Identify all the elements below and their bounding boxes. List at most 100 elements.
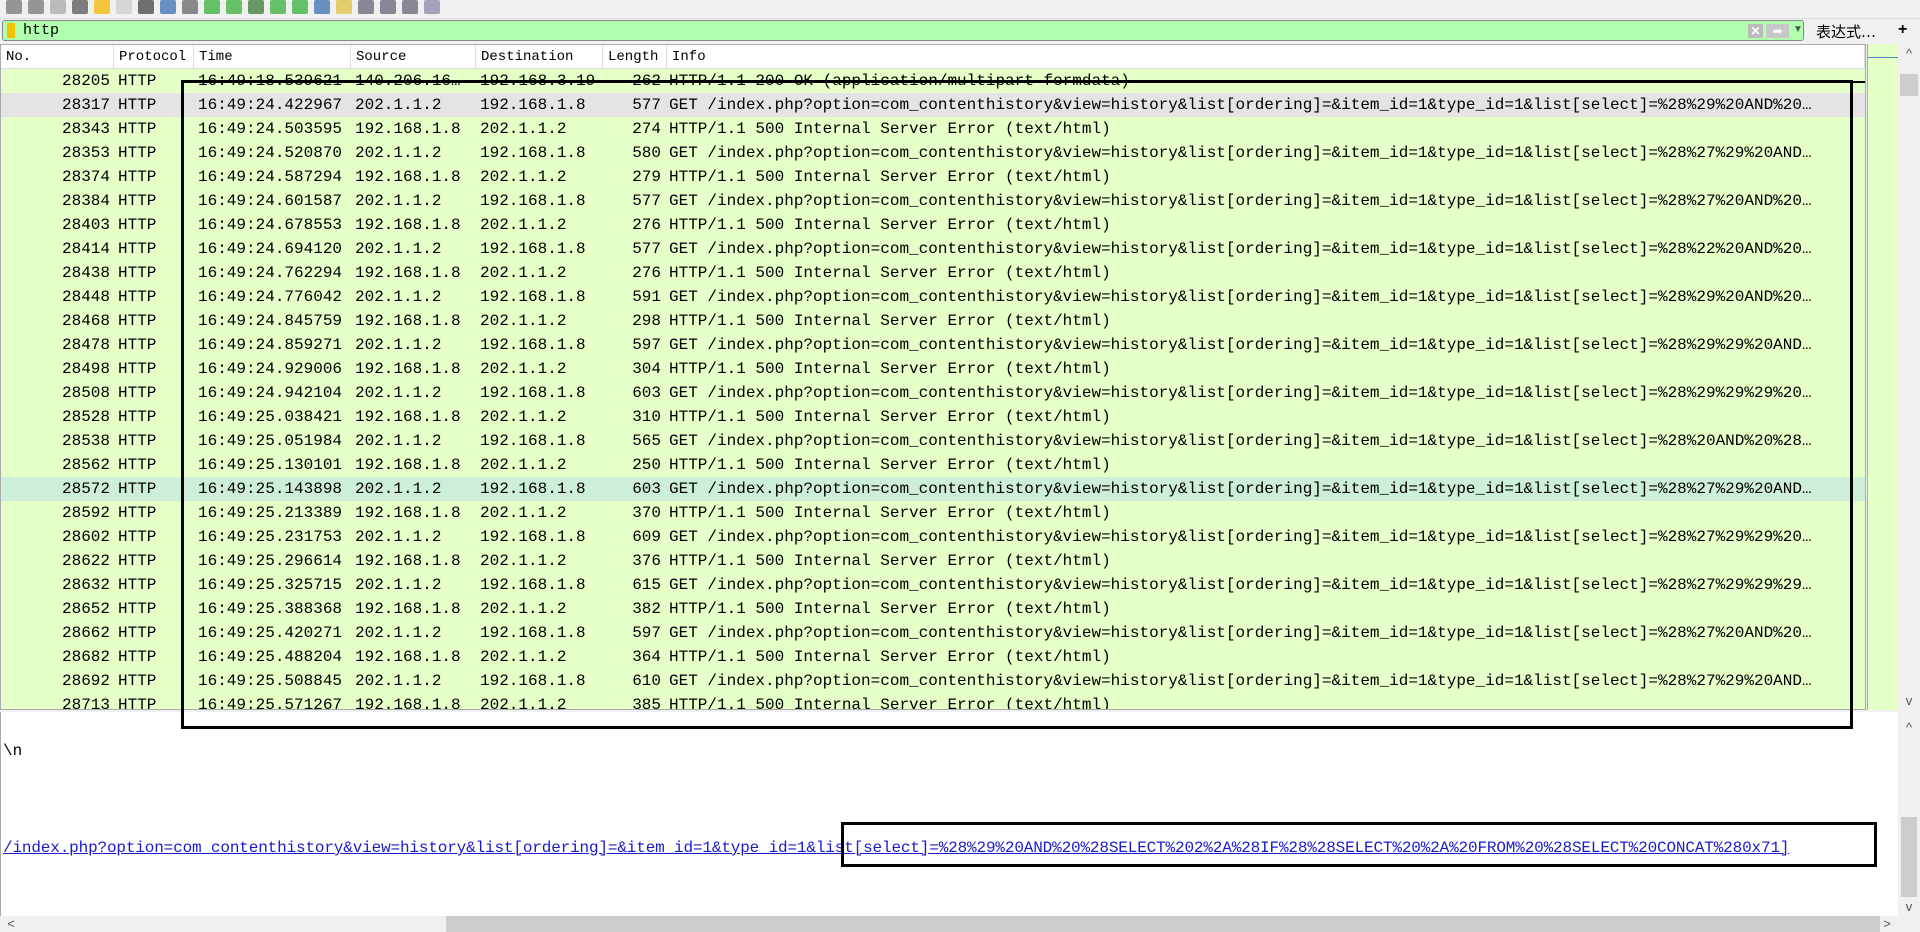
zoom-normal-icon[interactable]: [402, 0, 418, 14]
scroll-down-icon[interactable]: v: [1898, 899, 1920, 914]
cell-time: 16:49:24.776042: [198, 288, 343, 306]
detail-horizontal-scrollbar[interactable]: < >: [0, 916, 1898, 932]
column-header-info[interactable]: Info: [667, 45, 1865, 68]
column-header-destination[interactable]: Destination: [476, 45, 603, 68]
packet-row[interactable]: 28205 HTTP 16:49:18.539621 140.206.16… 192.1…: [1, 69, 1865, 93]
packet-row[interactable]: 28353 HTTP 16:49:24.520870 202.1.1.2 192.168…: [1, 141, 1865, 165]
cell-no: 28478: [61, 336, 110, 354]
cell-destination: 192.168.1.8: [480, 432, 586, 450]
autoscroll-icon[interactable]: [314, 0, 330, 14]
detail-scrollbar[interactable]: ^ v: [1898, 712, 1920, 916]
first-icon[interactable]: [270, 0, 286, 14]
bookmark-icon[interactable]: [7, 23, 15, 38]
cell-time: 16:49:25.231753: [198, 528, 343, 546]
add-filter-button[interactable]: +: [1898, 21, 1907, 39]
scroll-thumb[interactable]: [446, 916, 1880, 932]
scroll-up-icon[interactable]: ^: [1898, 46, 1920, 61]
packet-row[interactable]: 28528 HTTP 16:49:25.038421 192.168.1.8 202.1…: [1, 405, 1865, 429]
restart-icon[interactable]: [50, 0, 66, 14]
cell-protocol: HTTP: [118, 432, 157, 450]
expression-button[interactable]: 表达式…: [1816, 21, 1876, 42]
packet-row[interactable]: 28538 HTTP 16:49:25.051984 202.1.1.2 192.168…: [1, 429, 1865, 453]
cell-protocol: HTTP: [118, 672, 157, 690]
scroll-down-icon[interactable]: v: [1898, 693, 1920, 708]
cell-protocol: HTTP: [118, 264, 157, 282]
packet-list-scrollbar[interactable]: ^ v: [1898, 44, 1920, 710]
packet-row[interactable]: 28343 HTTP 16:49:24.503595 192.168.1.8 202.1…: [1, 117, 1865, 141]
packet-row[interactable]: 28572 HTTP 16:49:25.143898 202.1.1.2 192.168…: [1, 477, 1865, 501]
packet-row[interactable]: 28662 HTTP 16:49:25.420271 202.1.1.2 192.168…: [1, 621, 1865, 645]
goto-icon[interactable]: [248, 0, 264, 14]
forward-icon[interactable]: [226, 0, 242, 14]
apply-arrow-icon[interactable]: ➡: [1766, 24, 1789, 38]
cell-info: HTTP/1.1 500 Internal Server Error (text…: [669, 600, 1111, 618]
display-filter-input[interactable]: http ✕ ➡ ▼: [2, 20, 1804, 41]
column-header-no[interactable]: No.: [1, 45, 114, 68]
zoom-out-icon[interactable]: [380, 0, 396, 14]
packet-row[interactable]: 28317 HTTP 16:49:24.422967 202.1.1.2 192.168…: [1, 93, 1865, 117]
close-file-icon[interactable]: [138, 0, 154, 14]
packet-row[interactable]: 28448 HTTP 16:49:24.776042 202.1.1.2 192.168…: [1, 285, 1865, 309]
cell-destination: 192.168.1.8: [480, 480, 586, 498]
chevron-down-icon[interactable]: ▼: [1793, 24, 1803, 35]
packet-row[interactable]: 28468 HTTP 16:49:24.845759 192.168.1.8 202.1…: [1, 309, 1865, 333]
cell-source: 192.168.1.8: [355, 696, 461, 710]
options-icon[interactable]: [72, 0, 88, 14]
packet-row[interactable]: 28478 HTTP 16:49:24.859271 202.1.1.2 192.168…: [1, 333, 1865, 357]
cell-no: 28353: [61, 144, 110, 162]
cell-source: 192.168.1.8: [355, 264, 461, 282]
scroll-thumb[interactable]: [1901, 817, 1917, 897]
packet-row[interactable]: 28562 HTTP 16:49:25.130101 192.168.1.8 202.1…: [1, 453, 1865, 477]
packet-row[interactable]: 28592 HTTP 16:49:25.213389 192.168.1.8 202.1…: [1, 501, 1865, 525]
scroll-thumb[interactable]: [1900, 74, 1918, 96]
resize-columns-icon[interactable]: [424, 0, 440, 14]
packet-row[interactable]: 28692 HTTP 16:49:25.508845 202.1.1.2 192.168…: [1, 669, 1865, 693]
stop-icon[interactable]: [28, 0, 44, 14]
find-icon[interactable]: [182, 0, 198, 14]
clear-icon[interactable]: ✕: [1748, 24, 1763, 38]
cell-source: 202.1.1.2: [355, 480, 442, 498]
packet-row[interactable]: 28498 HTTP 16:49:24.929006 192.168.1.8 202.1…: [1, 357, 1865, 381]
file-icon[interactable]: [116, 0, 132, 14]
reload-icon[interactable]: [160, 0, 176, 14]
cell-length: 597: [632, 624, 661, 642]
packet-row[interactable]: 28602 HTTP 16:49:25.231753 202.1.1.2 192.168…: [1, 525, 1865, 549]
detail-line: \n: [3, 742, 23, 760]
scroll-up-icon[interactable]: ^: [1898, 720, 1920, 735]
cell-source: 192.168.1.8: [355, 552, 461, 570]
column-header-time[interactable]: Time: [194, 45, 351, 68]
last-icon[interactable]: [292, 0, 308, 14]
packet-row[interactable]: 28403 HTTP 16:49:24.678553 192.168.1.8 202.1…: [1, 213, 1865, 237]
cell-info: HTTP/1.1 500 Internal Server Error (text…: [669, 648, 1111, 666]
scroll-right-icon[interactable]: >: [1876, 916, 1898, 931]
packet-row[interactable]: 28438 HTTP 16:49:24.762294 192.168.1.8 202.1…: [1, 261, 1865, 285]
packet-row[interactable]: 28508 HTTP 16:49:24.942104 202.1.1.2 192.168…: [1, 381, 1865, 405]
column-header-source[interactable]: Source: [351, 45, 476, 68]
packet-row[interactable]: 28374 HTTP 16:49:24.587294 192.168.1.8 202.1…: [1, 165, 1865, 189]
cell-source: 202.1.1.2: [355, 240, 442, 258]
packet-row[interactable]: 28384 HTTP 16:49:24.601587 202.1.1.2 192.168…: [1, 189, 1865, 213]
packet-row[interactable]: 28652 HTTP 16:49:25.388368 192.168.1.8 202.1…: [1, 597, 1865, 621]
column-header-protocol[interactable]: Protocol: [114, 45, 194, 68]
request-uri-link[interactable]: /index.php?option=com_contenthistory&vie…: [3, 839, 1790, 857]
cell-time: 16:49:24.587294: [198, 168, 343, 186]
colorize-icon[interactable]: [336, 0, 352, 14]
packet-row[interactable]: 28632 HTTP 16:49:25.325715 202.1.1.2 192.168…: [1, 573, 1865, 597]
cell-destination: 202.1.1.2: [480, 600, 567, 618]
packet-row[interactable]: 28622 HTTP 16:49:25.296614 192.168.1.8 202.1…: [1, 549, 1865, 573]
packet-row[interactable]: 28414 HTTP 16:49:24.694120 202.1.1.2 192.168…: [1, 237, 1865, 261]
cell-destination: 192.168.1.8: [480, 144, 586, 162]
packet-row[interactable]: 28713 HTTP 16:49:25.571267 192.168.1.8 202.1…: [1, 693, 1865, 710]
column-header-length[interactable]: Length: [603, 45, 667, 68]
cell-no: 28572: [61, 480, 110, 498]
packet-minimap[interactable]: [1867, 44, 1898, 710]
scroll-left-icon[interactable]: <: [0, 916, 22, 931]
cell-info: GET /index.php?option=com_contenthistory…: [669, 384, 1812, 402]
back-icon[interactable]: [204, 0, 220, 14]
annotation-line: [182, 81, 1865, 83]
open-icon[interactable]: [94, 0, 110, 14]
cell-length: 298: [632, 312, 661, 330]
packet-row[interactable]: 28682 HTTP 16:49:25.488204 192.168.1.8 202.1…: [1, 645, 1865, 669]
zoom-in-icon[interactable]: [358, 0, 374, 14]
shark-fin-start-icon[interactable]: [6, 0, 22, 14]
